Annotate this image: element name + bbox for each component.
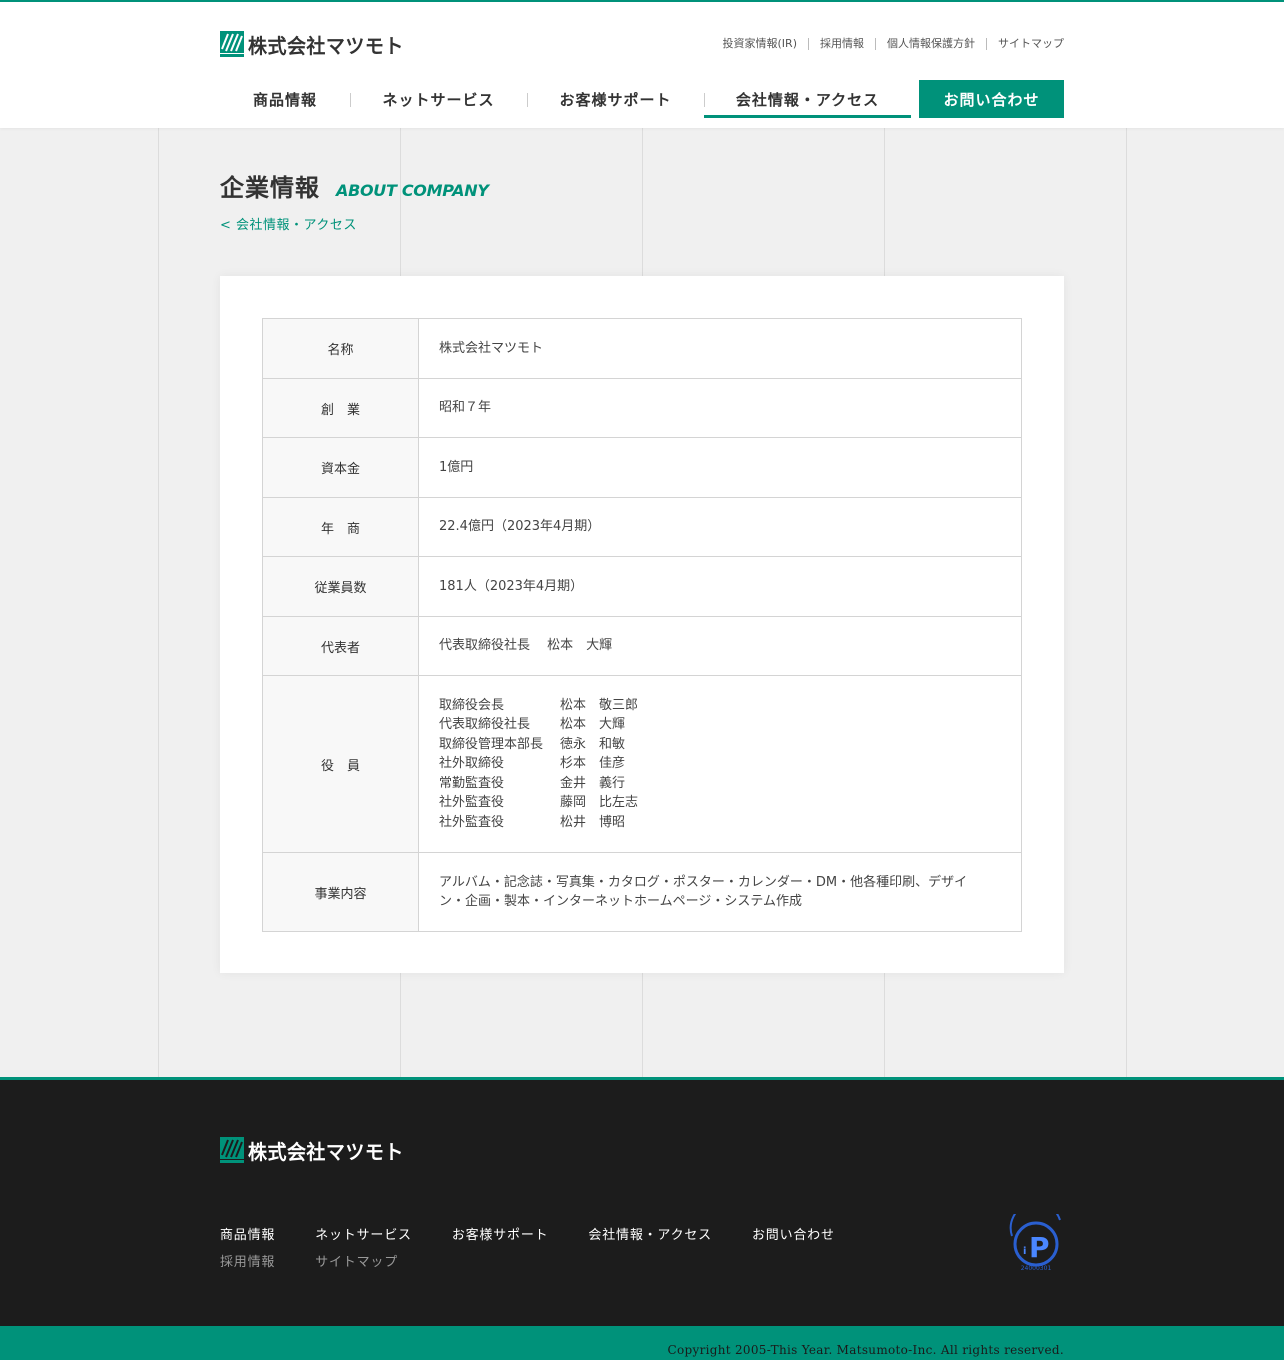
officer-entry: 取締役会長 松本 敬三郎 [439, 697, 639, 713]
row-label-business: 事業内容 [262, 852, 419, 932]
contact-button[interactable]: お問い合わせ [919, 80, 1064, 118]
gnav-net-services[interactable]: ネットサービス [350, 80, 527, 118]
row-value-employees: 181人（2023年4月期） [418, 556, 1022, 617]
global-nav: 商品情報 ネットサービス お客様サポート 会社情報・アクセス お問い合わせ [220, 80, 1064, 118]
util-link-sitemap[interactable]: サイトマップ [986, 38, 1064, 50]
logo-text: 株式会社マツモト [248, 33, 404, 58]
page-title-ja: 企業情報 [220, 174, 320, 202]
site-header: 株式会社マツモト 投資家情報(IR) 採用情報 個人情報保護方針 サイトマップ … [0, 0, 1284, 128]
row-value-sales: 22.4億円（2023年4月期） [418, 497, 1022, 557]
company-info-table: 名称 株式会社マツモト 創 業 昭和７年 資本金 1億円 年 商 22.4億円（… [262, 318, 1022, 932]
footer-link-contact[interactable]: お問い合わせ [752, 1224, 835, 1243]
row-value-representative: 代表取締役社長 松本 大輝 [418, 616, 1022, 676]
logo-mark-icon [220, 1137, 244, 1163]
row-label-founded: 創 業 [262, 378, 419, 438]
footer-link-company[interactable]: 会社情報・アクセス [588, 1224, 712, 1243]
row-value-capital: 1億円 [418, 437, 1022, 498]
page-title: 企業情報 ABOUT COMPANY [220, 168, 489, 203]
table-row: 事業内容 アルバム・記念誌・写真集・カタログ・ポスター・カレンダー・DM・他各種… [262, 852, 1022, 932]
table-row: 名称 株式会社マツモト [262, 318, 1022, 379]
gnav-support[interactable]: お客様サポート [527, 80, 704, 118]
officer-entry: 取締役管理本部長 徳永 和敏 [439, 736, 626, 752]
row-value-founded: 昭和７年 [418, 378, 1022, 438]
footer-nav: 商品情報 ネットサービス お客様サポート 会社情報・アクセス お問い合わせ 採用… [220, 1220, 835, 1274]
officer-entry: 社外取締役 杉本 佳彦 [439, 756, 626, 772]
row-value-officers: 取締役会長 松本 敬三郎 代表取締役社長 松本 大輝 取締役管理本部長 徳永 和敏 社… [418, 675, 1022, 853]
svg-text:24000301: 24000301 [1021, 1265, 1052, 1272]
site-footer: 株式会社マツモト 商品情報 ネットサービス お客様サポート 会社情報・アクセス … [0, 1077, 1284, 1326]
util-link-recruit[interactable]: 採用情報 [808, 38, 875, 50]
company-info-card: 名称 株式会社マツモト 創 業 昭和７年 資本金 1億円 年 商 22.4億円（… [220, 276, 1064, 973]
table-row: 資本金 1億円 [262, 437, 1022, 498]
footer-link-products[interactable]: 商品情報 [220, 1224, 275, 1243]
footer-link-net-services[interactable]: ネットサービス [315, 1224, 412, 1243]
row-label-employees: 従業員数 [262, 556, 419, 617]
svg-text:i: i [1023, 1246, 1026, 1257]
table-row: 代表者 代表取締役社長 松本 大輝 [262, 616, 1022, 676]
officer-entry: 社外監査役 松井 博昭 [439, 814, 626, 830]
footer-link-recruit[interactable]: 採用情報 [220, 1251, 275, 1270]
gnav-company-access[interactable]: 会社情報・アクセス [704, 80, 911, 118]
svg-text:P: P [1029, 1231, 1050, 1264]
gnav-products[interactable]: 商品情報 [220, 80, 350, 118]
row-label-representative: 代表者 [262, 616, 419, 676]
row-label-name: 名称 [262, 318, 419, 379]
footer-link-support[interactable]: お客様サポート [452, 1224, 549, 1243]
page-title-en: ABOUT COMPANY [336, 181, 489, 200]
copyright-text: Copyright 2005-This Year. Matsumoto-Inc.… [667, 1343, 1064, 1357]
table-row: 従業員数 181人（2023年4月期） [262, 556, 1022, 617]
table-row: 年 商 22.4億円（2023年4月期） [262, 497, 1022, 557]
footer-nav-secondary: 採用情報 サイトマップ [220, 1247, 835, 1274]
header-logo[interactable]: 株式会社マツモト [220, 30, 412, 58]
footer-link-sitemap[interactable]: サイトマップ [315, 1251, 398, 1270]
logo-mark-icon [220, 31, 244, 57]
grid-line [158, 128, 159, 1078]
officer-entry: 社外監査役 藤岡 比左志 [439, 795, 639, 811]
footer-nav-primary: 商品情報 ネットサービス お客様サポート 会社情報・アクセス お問い合わせ [220, 1220, 835, 1247]
table-row: 創 業 昭和７年 [262, 378, 1022, 438]
officer-entry: 常勤監査役 金井 義行 [439, 775, 626, 791]
breadcrumb-back-link[interactable]: < 会社情報・アクセス [220, 214, 357, 233]
row-label-officers: 役 員 [262, 675, 419, 853]
grid-line [1126, 128, 1127, 1078]
row-value-business: アルバム・記念誌・写真集・カタログ・ポスター・カレンダー・DM・他各種印刷、デザ… [418, 852, 1022, 932]
row-label-sales: 年 商 [262, 497, 419, 557]
utility-nav: 投資家情報(IR) 採用情報 個人情報保護方針 サイトマップ [723, 38, 1064, 50]
officer-entry: 代表取締役社長 松本 大輝 [439, 717, 626, 733]
row-label-capital: 資本金 [262, 437, 419, 498]
util-link-ir[interactable]: 投資家情報(IR) [723, 38, 808, 50]
logo-text: 株式会社マツモト [248, 1139, 404, 1164]
util-link-privacy[interactable]: 個人情報保護方針 [875, 38, 986, 50]
privacy-mark-icon[interactable]: i P 24000301 [1008, 1214, 1064, 1272]
table-row: 役 員 取締役会長 松本 敬三郎 代表取締役社長 松本 大輝 取締役管理本部長 徳永 … [262, 675, 1022, 853]
row-value-name: 株式会社マツモト [418, 318, 1022, 379]
copyright-bar: Copyright 2005-This Year. Matsumoto-Inc.… [0, 1326, 1284, 1360]
footer-logo[interactable]: 株式会社マツモト [220, 1136, 412, 1164]
